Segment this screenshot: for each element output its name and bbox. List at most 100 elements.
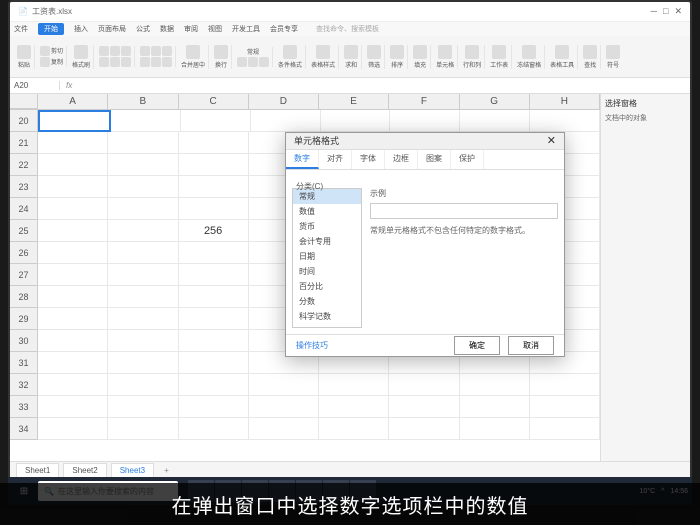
cell-A27[interactable] [38, 264, 108, 286]
cell-H20[interactable] [530, 110, 600, 132]
cell-G20[interactable] [460, 110, 530, 132]
underline-icon[interactable] [121, 46, 131, 56]
cat-scientific[interactable]: 科学记数 [293, 309, 361, 324]
menu-layout[interactable]: 页面布局 [98, 24, 126, 34]
row-header-20[interactable]: 20 [10, 110, 38, 132]
cell-B29[interactable] [108, 308, 178, 330]
copy-icon[interactable] [40, 57, 50, 67]
row-header-21[interactable]: 21 [10, 132, 38, 154]
col-D[interactable]: D [249, 94, 319, 109]
cell-E34[interactable] [319, 418, 389, 440]
cell-C20[interactable] [181, 110, 251, 132]
cell-A24[interactable] [38, 198, 108, 220]
cell-icon[interactable] [438, 45, 452, 59]
cell-E33[interactable] [319, 396, 389, 418]
cat-accounting[interactable]: 会计专用 [293, 234, 361, 249]
cat-percent[interactable]: 百分比 [293, 279, 361, 294]
col-F[interactable]: F [389, 94, 459, 109]
cell-B20[interactable] [111, 110, 181, 132]
cell-A21[interactable] [38, 132, 108, 154]
cat-time[interactable]: 时间 [293, 264, 361, 279]
format-painter-icon[interactable] [74, 45, 88, 59]
cell-B27[interactable] [108, 264, 178, 286]
cell-C33[interactable] [179, 396, 249, 418]
cell-E32[interactable] [319, 374, 389, 396]
filter-icon[interactable] [367, 45, 381, 59]
fill-color-icon[interactable] [110, 57, 120, 67]
worksheet-icon[interactable] [492, 45, 506, 59]
percent-icon[interactable] [248, 57, 258, 67]
symbol-icon[interactable] [606, 45, 620, 59]
sheet-tab-1[interactable]: Sheet1 [16, 463, 59, 478]
cell-A26[interactable] [38, 242, 108, 264]
cell-D32[interactable] [249, 374, 319, 396]
table-style-icon[interactable] [316, 45, 330, 59]
row-header-34[interactable]: 34 [10, 418, 38, 440]
menu-file[interactable]: 文件 [14, 24, 28, 34]
row-header-29[interactable]: 29 [10, 308, 38, 330]
rowcol-icon[interactable] [465, 45, 479, 59]
row-header-28[interactable]: 28 [10, 286, 38, 308]
cell-D34[interactable] [249, 418, 319, 440]
cell-B33[interactable] [108, 396, 178, 418]
name-box[interactable]: A20 [10, 81, 60, 90]
cell-A32[interactable] [38, 374, 108, 396]
cell-A20[interactable] [38, 110, 111, 132]
cell-H34[interactable] [530, 418, 600, 440]
cell-A31[interactable] [38, 352, 108, 374]
row-header-32[interactable]: 32 [10, 374, 38, 396]
col-C[interactable]: C [179, 94, 249, 109]
cell-C29[interactable] [179, 308, 249, 330]
fill-icon[interactable] [413, 45, 427, 59]
command-search[interactable]: 查找命令、搜索模板 [316, 24, 379, 34]
sum-icon[interactable] [344, 45, 358, 59]
cond-format-icon[interactable] [283, 45, 297, 59]
col-G[interactable]: G [460, 94, 530, 109]
cell-C22[interactable] [179, 154, 249, 176]
comma-icon[interactable] [259, 57, 269, 67]
menu-dev[interactable]: 开发工具 [232, 24, 260, 34]
row-header-27[interactable]: 27 [10, 264, 38, 286]
cell-D20[interactable] [251, 110, 321, 132]
italic-icon[interactable] [110, 46, 120, 56]
valign-top-icon[interactable] [140, 57, 150, 67]
cell-B23[interactable] [108, 176, 178, 198]
find-icon[interactable] [583, 45, 597, 59]
cell-A34[interactable] [38, 418, 108, 440]
dialog-tab-number[interactable]: 数字 [286, 150, 319, 169]
cell-C34[interactable] [179, 418, 249, 440]
dialog-tab-border[interactable]: 边框 [385, 150, 418, 169]
menu-formula[interactable]: 公式 [136, 24, 150, 34]
cell-G32[interactable] [460, 374, 530, 396]
cell-A22[interactable] [38, 154, 108, 176]
row-header-30[interactable]: 30 [10, 330, 38, 352]
cell-A25[interactable] [38, 220, 108, 242]
cell-H33[interactable] [530, 396, 600, 418]
dialog-tab-protect[interactable]: 保护 [451, 150, 484, 169]
cell-B25[interactable] [108, 220, 178, 242]
dialog-tab-pattern[interactable]: 图案 [418, 150, 451, 169]
menu-insert[interactable]: 插入 [74, 24, 88, 34]
cat-text[interactable]: 文本 [293, 324, 361, 328]
help-link[interactable]: 操作技巧 [296, 340, 328, 351]
cat-currency[interactable]: 货币 [293, 219, 361, 234]
row-header-26[interactable]: 26 [10, 242, 38, 264]
window-min-icon[interactable]: ─ [651, 6, 657, 17]
font-color-icon[interactable] [121, 57, 131, 67]
align-center-icon[interactable] [151, 46, 161, 56]
sheet-tab-2[interactable]: Sheet2 [63, 463, 106, 478]
cell-C21[interactable] [179, 132, 249, 154]
menu-home[interactable]: 开始 [38, 23, 64, 35]
cell-F33[interactable] [389, 396, 459, 418]
row-header-31[interactable]: 31 [10, 352, 38, 374]
cell-F32[interactable] [389, 374, 459, 396]
window-close-icon[interactable]: ✕ [674, 6, 682, 17]
align-right-icon[interactable] [162, 46, 172, 56]
cell-D33[interactable] [249, 396, 319, 418]
select-all-corner[interactable] [10, 94, 38, 109]
menu-review[interactable]: 审阅 [184, 24, 198, 34]
cell-C26[interactable] [179, 242, 249, 264]
category-list[interactable]: 常规 数值 货币 会计专用 日期 时间 百分比 分数 科学记数 文本 特殊 自定… [292, 188, 362, 328]
dialog-tab-font[interactable]: 字体 [352, 150, 385, 169]
col-B[interactable]: B [108, 94, 178, 109]
